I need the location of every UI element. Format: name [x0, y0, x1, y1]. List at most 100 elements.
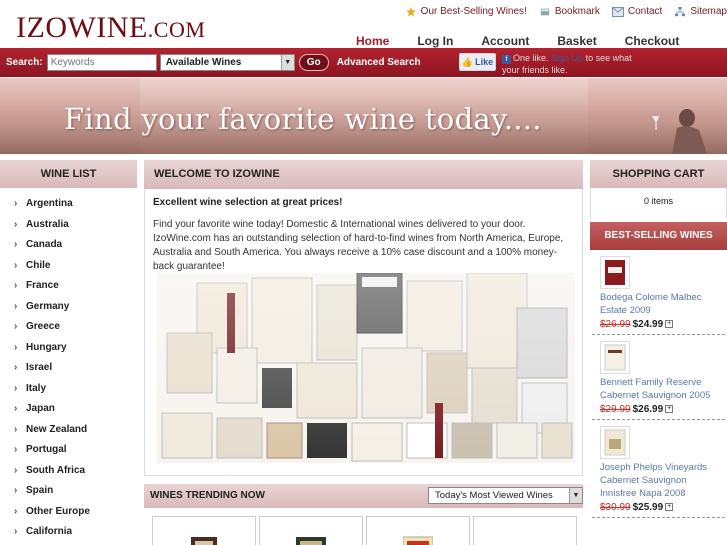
best-selling-title: BEST-SELLING WINES — [590, 222, 727, 250]
trending-item[interactable] — [473, 516, 577, 545]
trending-select-value: Today's Most Viewed Wines — [435, 490, 553, 501]
wine-category-value: Available Wines — [165, 57, 242, 68]
trending-item[interactable] — [366, 516, 470, 545]
product-prices: $26.99 $24.99 + — [600, 319, 717, 330]
bookmark-icon — [540, 8, 549, 15]
contact-link[interactable]: Contact — [611, 6, 662, 17]
trending-select[interactable]: Today's Most Viewed Wines ▼ — [428, 487, 583, 504]
go-button[interactable]: Go — [298, 54, 329, 71]
wine-list-item[interactable]: California — [0, 522, 137, 543]
facebook-text: f One like. Sign Up to see what your frie… — [502, 52, 642, 76]
welcome-box: Excellent wine selection at great prices… — [144, 189, 583, 476]
advanced-search-link[interactable]: Advanced Search — [337, 57, 421, 68]
product-thumbnail[interactable] — [600, 341, 630, 374]
sale-price: $24.99 — [632, 319, 664, 330]
like-label: Like — [475, 57, 494, 67]
wine-label-image — [605, 260, 625, 285]
bookmark-link[interactable]: Bookmark — [539, 6, 600, 17]
product-name[interactable]: Bennett Family Reserve Cabernet Sauvigno… — [600, 376, 717, 402]
product-thumbnail[interactable] — [600, 256, 630, 289]
main-nav: Home Log In Account Basket Checkout — [342, 34, 693, 48]
sitemap-link[interactable]: Sitemap — [674, 6, 727, 17]
site-logo[interactable]: IZOWINE.COM — [16, 10, 205, 48]
search-input[interactable] — [46, 54, 157, 71]
wine-list-item[interactable]: Germany — [0, 297, 137, 318]
welcome-headline: Excellent wine selection at great prices… — [153, 197, 343, 208]
wine-label-image — [604, 344, 626, 371]
welcome-body: Find your favorite wine today! Domestic … — [153, 219, 564, 272]
trending-item[interactable] — [259, 516, 363, 545]
product-name[interactable]: Joseph Phelps Vineyards Cabernet Sauvign… — [600, 461, 717, 500]
sale-price: $26.99 — [632, 404, 664, 415]
wine-list-title: WINE LIST — [0, 160, 137, 188]
trending-items — [152, 516, 577, 545]
sale-price: $25.99 — [632, 502, 664, 513]
add-to-cart-icon[interactable]: + — [665, 320, 674, 329]
best-selling-link[interactable]: Our Best-Selling Wines! — [405, 6, 527, 17]
wine-label-image — [403, 536, 433, 545]
wine-list-item[interactable]: New Zealand — [0, 420, 137, 441]
old-price: $30.99 — [600, 502, 631, 513]
hero-banner: Find your favorite wine today.... — [0, 78, 727, 154]
welcome-panel: WELCOME TO IZOWINE Excellent wine select… — [144, 160, 583, 545]
wine-list-item[interactable]: Argentina — [0, 194, 137, 215]
wine-list-item[interactable]: Spain — [0, 481, 137, 502]
facebook-signup-link[interactable]: Sign Up — [551, 53, 583, 63]
wine-list-item[interactable]: Canada — [0, 235, 137, 256]
wine-list-item[interactable]: France — [0, 276, 137, 297]
wine-label-image — [296, 537, 326, 545]
wine-labels-collage-image — [157, 273, 575, 463]
welcome-title: WELCOME TO IZOWINE — [144, 160, 583, 189]
wine-list: Argentina Australia Canada Chile France … — [0, 194, 137, 543]
top-links: Our Best-Selling Wines! Bookmark Contact… — [405, 6, 727, 17]
product-prices: $29.99 $26.99 + — [600, 404, 717, 415]
right-sidebar: SHOPPING CART 0 items BEST-SELLING WINES… — [590, 160, 727, 518]
chevron-down-icon: ▼ — [569, 488, 582, 503]
wine-list-item[interactable]: Hungary — [0, 338, 137, 359]
old-price: $26.99 — [600, 319, 631, 330]
add-to-cart-icon[interactable]: + — [665, 503, 674, 512]
old-price: $29.99 — [600, 404, 631, 415]
wine-glass-figure-image — [652, 109, 707, 154]
wine-list-panel: WINE LIST Argentina Australia Canada Chi… — [0, 160, 137, 543]
add-to-cart-icon[interactable]: + — [665, 405, 674, 414]
best-selling-product[interactable]: Bodega Colome Malbec Estate 2009 $26.99 $… — [592, 250, 725, 335]
banner-tagline: Find your favorite wine today.... — [64, 102, 542, 136]
facebook-like-button[interactable]: 👍 Like — [459, 53, 496, 71]
wine-list-item[interactable]: South Africa — [0, 461, 137, 482]
star-icon — [405, 6, 416, 17]
trending-item[interactable] — [152, 516, 256, 545]
product-prices: $30.99 $25.99 + — [600, 502, 717, 513]
envelope-icon — [611, 6, 624, 17]
sitemap-icon — [675, 6, 686, 16]
wine-label-image — [604, 429, 626, 456]
wine-category-select[interactable]: Available Wines ▼ — [159, 54, 295, 71]
fb-prefix: One like. — [513, 53, 549, 63]
trending-title: WINES TRENDING NOW — [150, 490, 265, 501]
facebook-icon: f — [502, 55, 511, 64]
nav-checkout[interactable]: Checkout — [611, 34, 694, 48]
best-selling-product[interactable]: Joseph Phelps Vineyards Cabernet Sauvign… — [592, 420, 725, 518]
wine-list-item[interactable]: Portugal — [0, 440, 137, 461]
wine-label-image — [191, 537, 217, 545]
wine-list-item[interactable]: Australia — [0, 215, 137, 236]
best-selling-product[interactable]: Bennett Family Reserve Cabernet Sauvigno… — [592, 335, 725, 420]
wine-list-item[interactable]: Other Europe — [0, 502, 137, 523]
product-thumbnail[interactable] — [600, 426, 630, 459]
trending-header: WINES TRENDING NOW Today's Most Viewed W… — [144, 484, 583, 508]
shopping-cart-title: SHOPPING CART — [590, 160, 727, 188]
product-name[interactable]: Bodega Colome Malbec Estate 2009 — [600, 291, 717, 317]
nav-login[interactable]: Log In — [403, 34, 467, 48]
wine-list-item[interactable]: Japan — [0, 399, 137, 420]
thumbs-up-icon: 👍 — [461, 56, 474, 67]
nav-basket[interactable]: Basket — [543, 34, 610, 48]
nav-account[interactable]: Account — [467, 34, 543, 48]
search-bar: Search: Available Wines ▼ Go Advanced Se… — [0, 48, 727, 77]
cart-item-count[interactable]: 0 items — [590, 188, 727, 218]
wine-list-item[interactable]: Chile — [0, 256, 137, 277]
wine-list-item[interactable]: Israel — [0, 358, 137, 379]
wine-list-item[interactable]: Greece — [0, 317, 137, 338]
wine-list-item[interactable]: Italy — [0, 379, 137, 400]
nav-home[interactable]: Home — [342, 34, 403, 48]
search-label: Search: — [6, 57, 43, 68]
